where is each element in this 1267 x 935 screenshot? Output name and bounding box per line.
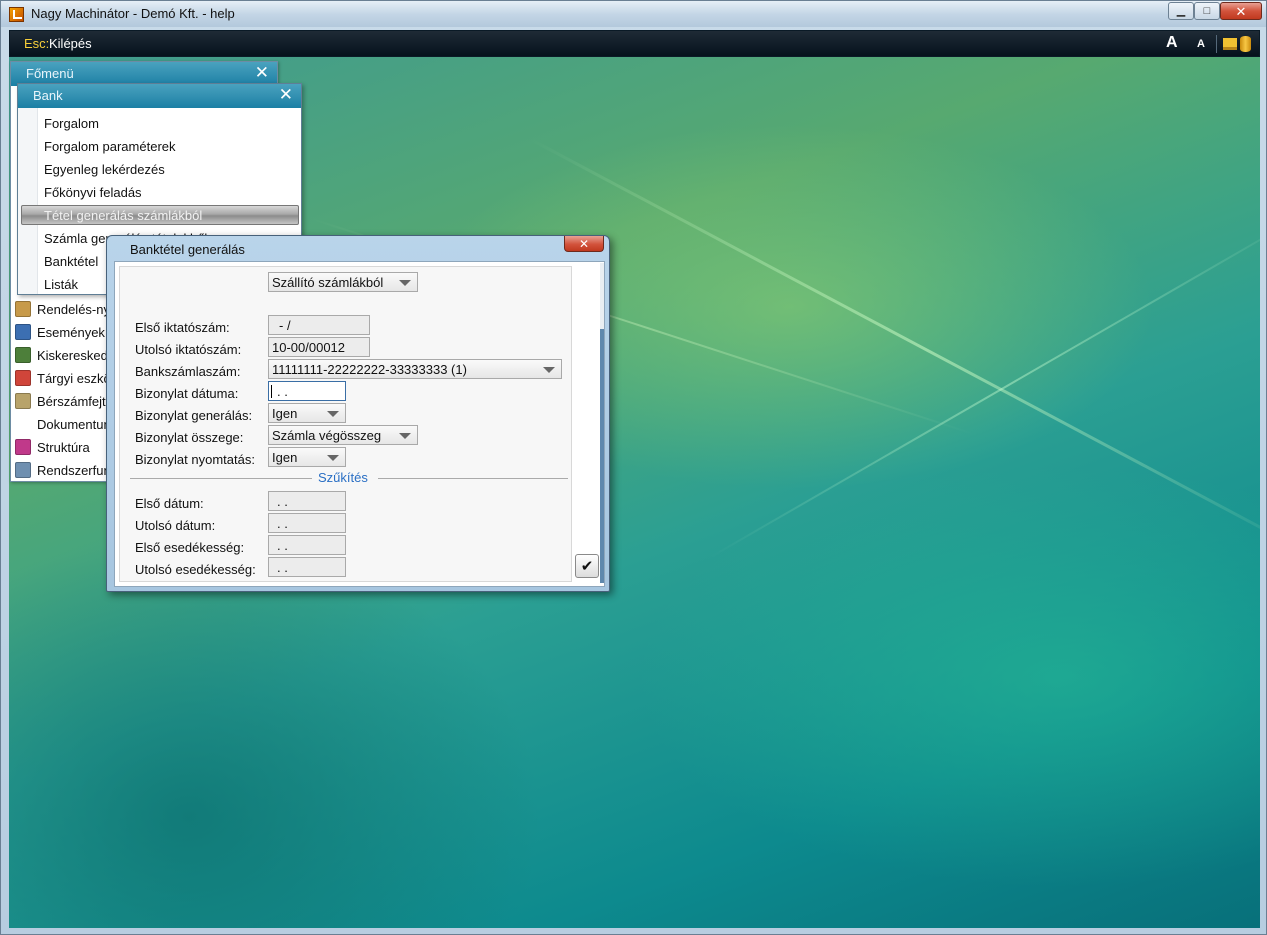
dialog-title: Banktétel generálás [130,242,245,257]
bank-menu-header: Bank ✕ [18,84,301,108]
elso-datum-label: Első dátum: [135,496,204,511]
toolbar-separator [1216,35,1217,53]
main-menu-close-icon[interactable]: ✕ [255,64,269,82]
bizonylat-generalas-select[interactable]: Igen [268,403,346,423]
title-bar[interactable]: Nagy Machinátor - Demó Kft. - help ▁ □ ✕ [1,1,1266,27]
bank-menu-title: Bank [33,88,63,103]
utolso-esedekesseg-label: Utolsó esedékesség: [135,562,256,577]
package-icon [15,301,31,317]
person-icon [15,324,31,340]
bizonylat-nyomtatas-select[interactable]: Igen [268,447,346,467]
bankszamlaszam-label: Bankszámlaszám: [135,364,241,379]
font-increase-button[interactable]: A [1166,34,1178,52]
bankszamlaszam-value: 11111111-22222222-33333333 (1) [272,362,467,377]
scrollbar-thumb[interactable] [600,329,604,583]
chevron-down-icon [327,455,339,461]
bank-menu-close-icon[interactable]: ✕ [279,86,293,104]
window-title: Nagy Machinátor - Demó Kft. - help [31,6,235,21]
bank-menu-item-banktetel[interactable]: Banktétel [44,254,98,274]
dialog-body: Szállító számlákból Első iktatószám: - /… [114,261,605,587]
app-window: Nagy Machinátor - Demó Kft. - help ▁ □ ✕… [0,0,1267,935]
szukites-section-title: Szűkítés [318,470,368,485]
bank-menu-item-forgalom-parameterek[interactable]: Forgalom paraméterek [44,139,176,159]
section-divider [130,478,312,479]
payroll-icon [15,393,31,409]
checkmark-icon: ✔ [580,558,594,575]
menu-side-strip [18,108,38,294]
bizonylat-datuma-value: . . [277,384,288,399]
close-window-button[interactable]: ✕ [1220,2,1262,20]
background-light-streak [528,137,1260,563]
bankszamlaszam-select[interactable]: 11111111-22222222-33333333 (1) [268,359,562,379]
utolso-iktatoszam-field[interactable]: 10-00/00012 [268,337,370,357]
bank-menu-item-fokonyvi-feladas[interactable]: Főkönyvi feladás [44,185,142,205]
chevron-down-icon [399,280,411,286]
exit-button[interactable]: Kilépés [49,36,92,51]
app-icon [9,7,24,22]
bizonylat-nyomtatas-value: Igen [272,450,298,465]
cash-register-icon [15,347,31,363]
form-area: Szállító számlákból Első iktatószám: - /… [119,266,572,582]
utolso-iktatoszam-label: Utolsó iktatószám: [135,342,242,357]
bizonylat-generalas-label: Bizonylat generálás: [135,408,253,423]
chevron-down-icon [327,411,339,417]
background-light-streak [708,207,1260,559]
bizonylat-osszege-select[interactable]: Számla végösszeg [268,425,418,445]
source-type-select[interactable]: Szállító számlákból [268,272,418,292]
structure-icon [15,439,31,455]
source-type-value: Szállító számlákból [272,275,384,290]
section-divider [378,478,568,479]
minimize-button[interactable]: ▁ [1168,2,1194,20]
gears-icon [15,462,31,478]
utolso-esedekesseg-field[interactable]: . . [268,557,346,577]
window-list-icon[interactable] [1223,38,1237,50]
elso-esedekesseg-field[interactable]: . . [268,535,346,555]
font-decrease-button[interactable]: A [1197,38,1205,50]
main-menu-title: Főmenü [26,66,74,81]
bank-menu-item-tetel-generalas[interactable]: Tétel generálás számlákból [44,208,202,228]
dialog-close-button[interactable]: ✕ [564,236,604,252]
bank-menu-item-forgalom[interactable]: Forgalom [44,116,99,136]
bizonylat-osszege-label: Bizonylat összege: [135,430,244,445]
chevron-down-icon [543,367,555,373]
esc-shortcut-key: Esc: [24,36,50,51]
utolso-datum-field[interactable]: . . [268,513,346,533]
elso-datum-field[interactable]: . . [268,491,346,511]
bizonylat-nyomtatas-label: Bizonylat nyomtatás: [135,452,255,467]
bank-menu-item-listak[interactable]: Listák [44,277,78,297]
asset-cube-icon [15,370,31,386]
bizonylat-generalas-value: Igen [272,406,298,421]
chevron-down-icon [399,433,411,439]
bank-menu-item-egyenleg-lekerdezes[interactable]: Egyenleg lekérdezés [44,162,165,182]
banktetel-generalas-dialog: Banktétel generálás ✕ Szállító számlákbó… [106,235,610,592]
elso-iktatoszam-field[interactable]: - / [268,315,370,335]
bizonylat-datuma-label: Bizonylat dátuma: [135,386,239,401]
bizonylat-osszege-value: Számla végösszeg [272,428,382,443]
ok-button[interactable]: ✔ [575,554,599,578]
maximize-button[interactable]: □ [1194,2,1220,20]
utolso-datum-label: Utolsó dátum: [135,518,216,533]
bizonylat-datuma-field[interactable]: . . [268,381,346,401]
database-icon[interactable] [1240,36,1251,52]
toolbar: Esc: Kilépés A A [9,30,1260,57]
elso-esedekesseg-label: Első esedékesség: [135,540,245,555]
text-caret [271,385,272,398]
vertical-scrollbar[interactable] [600,263,604,583]
elso-iktatoszam-label: Első iktatószám: [135,320,230,335]
document-icon [15,416,31,432]
